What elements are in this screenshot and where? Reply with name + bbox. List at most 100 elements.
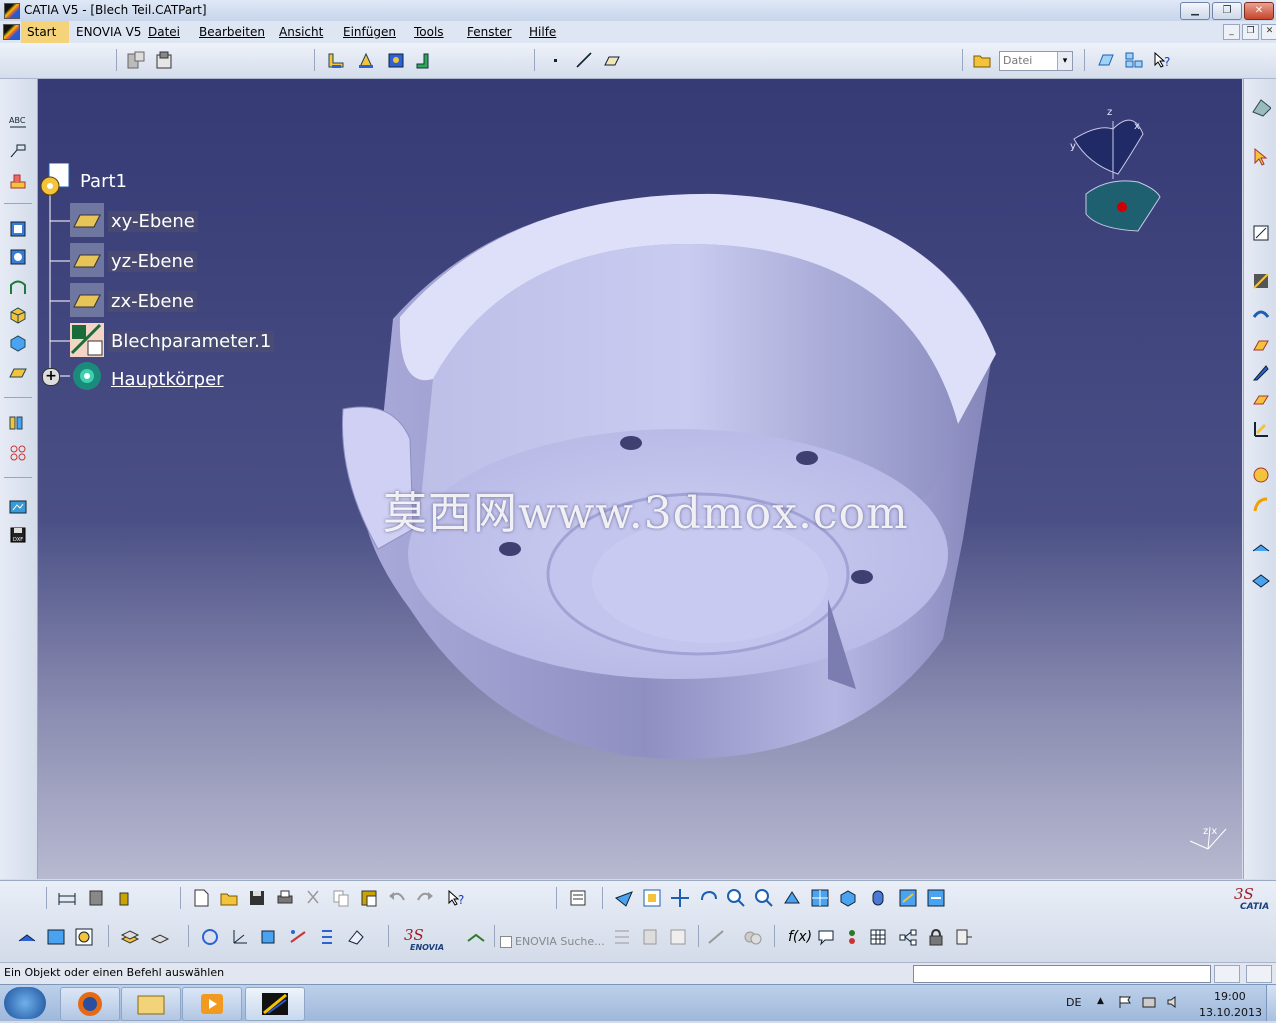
start-orb-icon[interactable] [4,987,46,1019]
paste-icon[interactable] [359,888,379,908]
flat-pattern-icon[interactable] [1251,271,1271,291]
list-icon[interactable] [316,927,336,947]
unfold-view-icon[interactable] [8,219,28,239]
flag-note-icon[interactable] [8,141,28,161]
recognize-icon[interactable] [1251,305,1271,325]
menu-hilfe[interactable]: Hilfe [529,25,556,39]
table-icon[interactable] [868,927,888,947]
print-icon[interactable] [275,888,295,908]
swap-space-icon[interactable] [926,888,946,908]
fold-view-icon[interactable] [8,247,28,267]
normal-view-icon[interactable] [782,888,802,908]
layer-icon[interactable] [120,927,140,947]
help-cursor-icon[interactable]: ? [446,888,466,908]
update-icon[interactable] [200,927,220,947]
plane-icon[interactable] [70,203,104,237]
flange-icon[interactable] [356,50,376,70]
clock-time[interactable]: 19:00 [1214,990,1246,1003]
measure-item-icon[interactable] [86,888,106,908]
minimize-button[interactable]: ▁ [1180,2,1210,20]
menu-start[interactable]: Start [27,25,56,39]
part-design-icon[interactable] [154,50,174,70]
save-icon[interactable] [247,888,267,908]
comment-icon[interactable] [816,927,836,947]
hide-show-icon[interactable] [898,888,918,908]
hem-icon[interactable] [1251,363,1271,383]
show-desktop-button[interactable] [1266,985,1276,1021]
compass-icon[interactable] [1073,119,1161,232]
properties-icon[interactable] [150,927,170,947]
stamp-icon[interactable] [8,277,28,297]
cutout-icon[interactable] [386,50,406,70]
catalog-icon[interactable] [742,927,762,947]
point-icon[interactable] [546,50,566,70]
sketch-icon[interactable] [1096,50,1116,70]
tray-expand-icon[interactable]: ▲ [1097,996,1104,1006]
print-preview-icon[interactable] [568,888,588,908]
sheet-metal-parameters-icon[interactable] [70,323,104,357]
open-folder-icon[interactable] [972,50,992,70]
pan-icon[interactable] [670,888,690,908]
action-center-flag-icon[interactable] [1118,995,1132,1009]
relation-icon[interactable] [706,927,726,947]
firefox-taskbar-icon[interactable] [60,987,120,1021]
tree-item-yz-plane[interactable]: yz-Ebene [108,251,197,272]
maximize-button[interactable]: ❐ [1212,2,1242,20]
clock-date[interactable]: 13.10.2013 [1199,1006,1262,1019]
enovia-tree-icon[interactable] [612,927,632,947]
cube-icon[interactable] [8,305,28,325]
expand-plus-icon[interactable]: + [42,368,60,386]
copy-icon[interactable] [331,888,351,908]
chevron-down-icon[interactable]: ▾ [1057,52,1072,70]
plane-icon[interactable] [70,243,104,277]
analysis-icon[interactable] [74,927,94,947]
zoom-out-icon[interactable] [754,888,774,908]
wall-icon[interactable] [326,50,346,70]
body-insert-icon[interactable] [258,927,278,947]
check-icon[interactable] [954,927,974,947]
new-document-icon[interactable] [191,888,211,908]
formula-button[interactable]: f(x) [788,929,812,945]
folding-icon[interactable] [1251,569,1271,589]
product-structure-icon[interactable] [126,50,146,70]
network-tray-icon[interactable] [1142,995,1156,1009]
fly-mode-icon[interactable] [614,888,634,908]
tools-icon[interactable] [1124,50,1144,70]
solid-icon[interactable] [8,333,28,353]
rotate-icon[interactable] [698,888,718,908]
document-menu-icon[interactable] [3,24,20,40]
plane-icon[interactable] [602,50,622,70]
command-input[interactable] [913,965,1211,983]
iso-view-icon[interactable] [838,888,858,908]
grid-pattern-icon[interactable] [8,443,28,463]
bend-from-flat-icon[interactable] [1251,495,1271,515]
tree-item-blechparameter[interactable]: Blechparameter.1 [108,331,275,352]
unfolding-icon[interactable] [1251,539,1271,559]
menu-fenster[interactable]: Fenster [467,25,512,39]
knowledge-icon[interactable] [842,927,862,947]
mdi-restore-button[interactable]: ❐ [1242,24,1259,40]
workbench-icon[interactable] [1251,97,1271,117]
menu-ansicht[interactable]: Ansicht [279,25,323,39]
enovia-tool-icon[interactable] [466,927,486,947]
status-button-1[interactable] [1214,965,1240,983]
enovia-search-label[interactable]: ENOVIA Suche... [515,935,605,948]
whats-this-icon[interactable]: ? [1152,50,1172,70]
tree-item-xy-plane[interactable]: xy-Ebene [108,211,198,232]
view-save-icon[interactable] [8,497,28,517]
undo-icon[interactable] [387,888,407,908]
tree-item-zx-plane[interactable]: zx-Ebene [108,291,197,312]
redo-icon[interactable] [415,888,435,908]
volume-icon[interactable] [1166,995,1180,1009]
workbench-select[interactable]: Datei ▾ [999,51,1073,71]
enovia-search-checkbox[interactable] [500,936,512,948]
select-arrow-icon[interactable] [1251,147,1271,167]
menu-enovia[interactable]: ENOVIA V5 [76,25,141,39]
shading-icon[interactable] [868,888,888,908]
constraint-icon[interactable] [288,927,308,947]
open-icon[interactable] [219,888,239,908]
measure-icon[interactable] [57,888,77,908]
status-button-2[interactable] [1246,965,1272,983]
3d-viewport[interactable]: z x y z x Part1 xy-Ebene yz-Ebene zx-Ebe… [38,79,1242,879]
teardrop-icon[interactable] [1251,391,1271,411]
